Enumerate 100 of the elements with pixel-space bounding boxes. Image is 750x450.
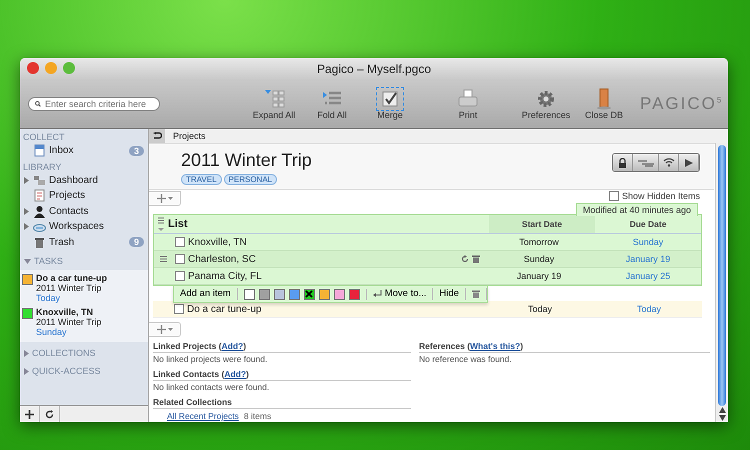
- show-hidden-checkbox[interactable]: Show Hidden Items: [608, 191, 700, 201]
- person-icon: [33, 204, 46, 218]
- sidebar-item[interactable]: Inbox 3: [20, 143, 148, 158]
- move-button[interactable]: Move to...: [366, 288, 434, 300]
- dashboard-icon: [33, 174, 46, 187]
- project-title: 2011 Winter Trip: [181, 149, 312, 171]
- empty-message: No reference was found.: [419, 353, 513, 366]
- move-arrow-icon: [372, 290, 382, 298]
- toolbar-button[interactable]: Print: [440, 87, 496, 121]
- inbox-icon: [33, 144, 46, 158]
- color-swatch[interactable]: [348, 288, 360, 300]
- empty-message: No linked projects were found.: [153, 353, 268, 366]
- due-date: Today: [636, 304, 662, 314]
- sidebar-item[interactable]: Contacts: [20, 204, 148, 219]
- start-date: Sunday: [522, 254, 556, 264]
- lock-button[interactable]: [613, 154, 633, 171]
- close-button[interactable]: [27, 62, 39, 74]
- item-name[interactable]: Charleston, SC: [188, 254, 458, 264]
- add-link[interactable]: Add?: [222, 341, 244, 351]
- back-arrow-icon: [152, 132, 162, 140]
- list-title: List: [168, 218, 189, 230]
- expand-arrow-icon: [24, 368, 29, 374]
- item-name[interactable]: Do a car tune-up: [187, 304, 484, 314]
- color-swatch[interactable]: [258, 288, 270, 300]
- color-swatch[interactable]: [304, 288, 315, 300]
- play-button[interactable]: [679, 154, 699, 171]
- toolbar-button[interactable]: Preferences: [518, 87, 574, 121]
- trash-icon: [33, 236, 46, 249]
- search-icon: [35, 99, 41, 109]
- toolbar-button[interactable]: Merge: [362, 87, 418, 121]
- expand-arrow-icon: [24, 350, 29, 356]
- item-name[interactable]: Knoxville, TN: [188, 236, 483, 248]
- start-date: Today: [526, 304, 554, 314]
- color-swatch[interactable]: [318, 288, 330, 300]
- window-title: Pagico – Myself.pgco: [316, 62, 432, 76]
- lock-icon: [618, 158, 627, 168]
- add-link[interactable]: Add?: [224, 369, 246, 379]
- list-row[interactable]: Charleston, SC Sunday January 19: [154, 251, 701, 268]
- sidebar-item[interactable]: Trash 9: [20, 234, 148, 250]
- count-badge: 9: [128, 237, 144, 248]
- search-field[interactable]: Enter search criteria here: [28, 97, 160, 111]
- section-header: COLLECT: [22, 131, 66, 143]
- trash-icon[interactable]: [472, 255, 480, 263]
- item-count: 8 items: [244, 411, 272, 421]
- toolbar-button[interactable]: Fold All: [304, 87, 360, 121]
- column-header[interactable]: Due Date: [595, 215, 701, 233]
- tag[interactable]: PERSONAL: [224, 174, 278, 185]
- add-menu-button[interactable]: [149, 322, 181, 337]
- wifi-icon: [662, 158, 674, 167]
- color-swatch[interactable]: [244, 288, 255, 300]
- column-header[interactable]: Start Date: [489, 215, 595, 233]
- plus-icon: [25, 410, 34, 418]
- section-title: Linked Projects (: [153, 341, 222, 351]
- sidebar-item[interactable]: Workspaces: [20, 219, 148, 234]
- color-swatch[interactable]: [274, 288, 285, 300]
- toolbar-button[interactable]: Close DB: [576, 87, 632, 121]
- scrollbar[interactable]: [715, 143, 728, 422]
- item-name[interactable]: Panama City, FL: [188, 270, 483, 282]
- list-row[interactable]: Panama City, FL January 19 January 25: [154, 268, 701, 285]
- wireless-button[interactable]: [659, 154, 679, 171]
- scroll-down-icon[interactable]: [718, 415, 726, 421]
- hide-button[interactable]: Hide: [433, 288, 466, 300]
- expand-arrow-icon: [24, 208, 29, 215]
- plus-dropdown-icon: [156, 194, 172, 203]
- sidebar-item[interactable]: Dashboard: [20, 172, 148, 188]
- section-title: Linked Contacts (: [153, 369, 224, 379]
- checkbox[interactable]: [174, 304, 184, 314]
- checkbox[interactable]: [175, 237, 185, 247]
- checkbox[interactable]: [175, 271, 185, 281]
- modified-label: Modified at 40 minutes ago: [576, 203, 698, 216]
- section-title: Related Collections: [153, 397, 232, 407]
- section-title-end: ): [246, 369, 249, 379]
- back-button[interactable]: [149, 129, 165, 143]
- count-badge: 3: [128, 146, 144, 156]
- section-title-end: ): [243, 341, 246, 351]
- expand-arrow-icon: [24, 176, 29, 184]
- list-handle-icon: [157, 216, 165, 232]
- help-link[interactable]: What's this?: [470, 341, 520, 351]
- color-swatch[interactable]: [288, 288, 300, 300]
- refresh-icon: [45, 410, 54, 418]
- repeat-icon[interactable]: [461, 255, 469, 263]
- tag[interactable]: TRAVEL: [181, 174, 222, 185]
- add-menu-button[interactable]: [149, 191, 181, 206]
- task-item[interactable]: Do a car tune-up 2011 Winter Trip Today: [20, 272, 148, 306]
- checkbox[interactable]: [175, 254, 185, 264]
- add-item-button[interactable]: Add an item: [174, 288, 238, 300]
- task-item[interactable]: Knoxville, TN 2011 Winter Trip Sunday: [20, 306, 148, 340]
- breadcrumb[interactable]: Projects: [173, 131, 206, 141]
- drag-handle-icon: [160, 256, 166, 262]
- plus-dropdown-icon: [156, 325, 172, 334]
- collection-link[interactable]: All Recent Projects: [167, 411, 239, 421]
- play-icon: [684, 158, 692, 166]
- start-date: January 19: [516, 271, 562, 281]
- timeline-button[interactable]: [633, 154, 659, 171]
- toolbar-button[interactable]: Expand All: [246, 87, 302, 121]
- document-icon: [33, 189, 46, 202]
- color-swatch[interactable]: [334, 288, 345, 300]
- due-date: January 25: [624, 271, 672, 281]
- sidebar-item[interactable]: Projects: [20, 188, 148, 204]
- view-mode-control[interactable]: [612, 153, 700, 172]
